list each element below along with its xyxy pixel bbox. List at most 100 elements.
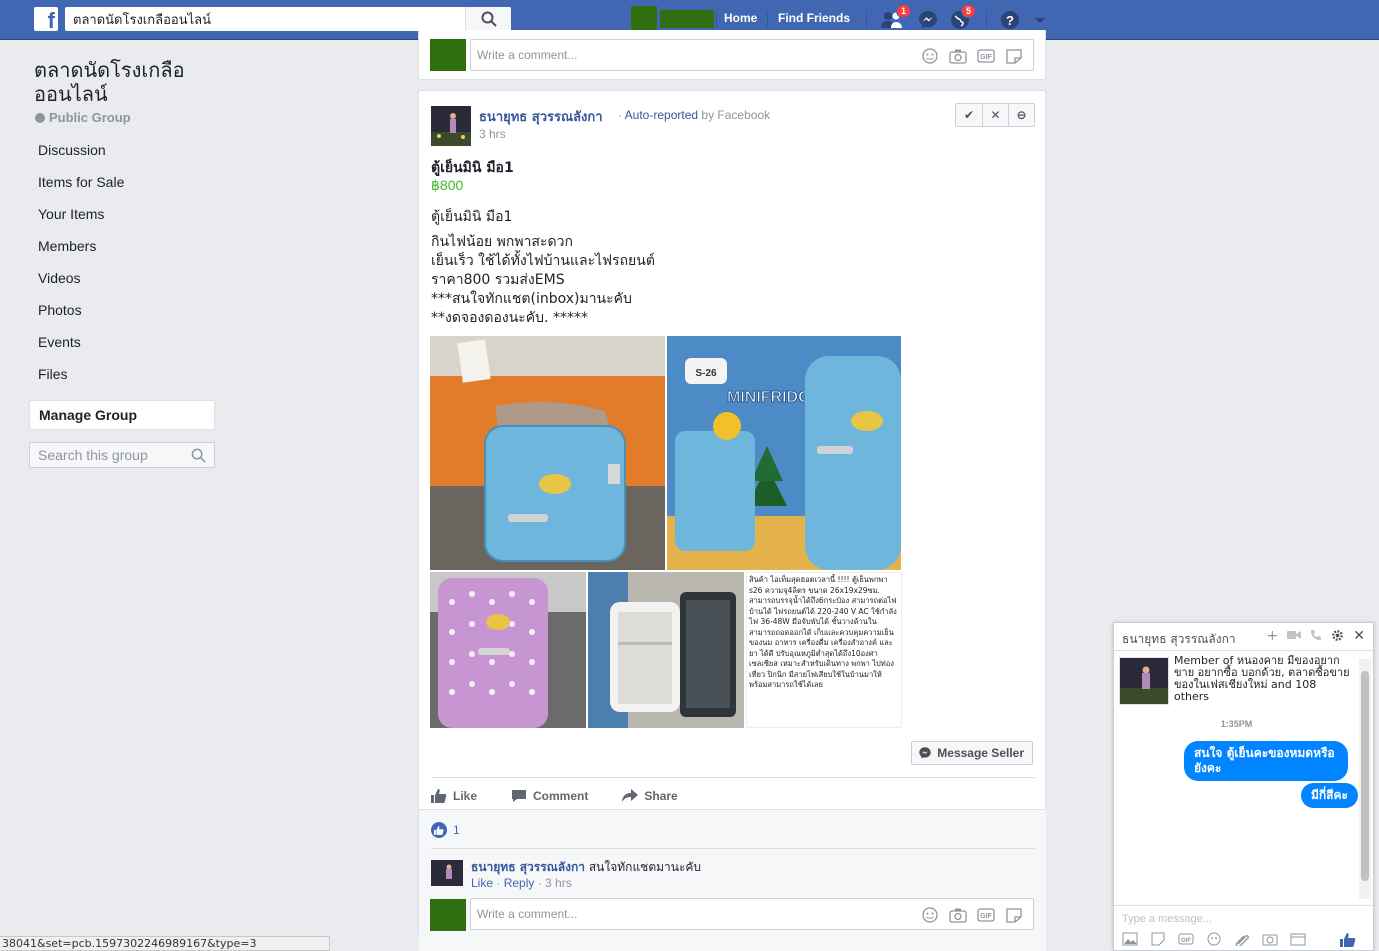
- sidebar-item-events[interactable]: Events: [29, 334, 215, 366]
- profile-avatar[interactable]: [631, 6, 657, 32]
- comment-bubble-icon: [512, 790, 527, 802]
- photo-open-fridge[interactable]: [588, 572, 744, 728]
- message-seller-label: Message Seller: [937, 746, 1024, 760]
- reply-reply-link[interactable]: Reply: [504, 876, 535, 890]
- sidebar-item-discussion[interactable]: Discussion: [29, 142, 215, 174]
- browser-status-url: 38041&set=pcb.1597302246989167&type=3: [0, 936, 330, 951]
- sidebar-item-items-for-sale[interactable]: Items for Sale: [29, 174, 215, 206]
- chat-contact-avatar[interactable]: [1119, 657, 1169, 705]
- sticker-icon[interactable]: [1150, 932, 1166, 946]
- sidebar-item-files[interactable]: Files: [29, 366, 215, 398]
- like-reaction-icon: [431, 822, 447, 838]
- comment-label: Comment: [533, 789, 589, 803]
- chat-contact-info: Member of หนองคาย มีของอยากขาย อยากซื้อ …: [1174, 654, 1350, 703]
- find-friends-link[interactable]: Find Friends: [778, 11, 850, 25]
- group-nav: Discussion Items for Sale Your Items Mem…: [29, 142, 215, 430]
- chat-header[interactable]: ธนายุทธ สุวรรณลังกา + ✕: [1114, 623, 1373, 651]
- gif-icon[interactable]: GIF: [1178, 932, 1194, 946]
- sticker-icon[interactable]: [1005, 907, 1023, 923]
- chat-message-input[interactable]: [1122, 910, 1342, 928]
- friend-requests-icon[interactable]: 1: [880, 4, 912, 31]
- chat-window: ธนายุทธ สุวรรณลังกา + ✕ Member of หนองคา…: [1113, 622, 1374, 951]
- chat-scrollbar[interactable]: [1359, 659, 1371, 899]
- profile-name[interactable]: [660, 10, 714, 28]
- emoji-icon[interactable]: [1206, 932, 1222, 946]
- commenter-avatar: [430, 39, 466, 71]
- auto-reported-source: by Facebook: [701, 108, 771, 122]
- like-label: Like: [453, 789, 478, 803]
- reply-like-link[interactable]: Like: [471, 876, 493, 890]
- chat-settings-gear-icon[interactable]: [1331, 629, 1344, 645]
- post-author-link[interactable]: ธนายุทธ สุวรรณลังกา: [479, 106, 603, 127]
- remove-close-icon[interactable]: ✕: [982, 104, 1008, 126]
- sidebar-item-members[interactable]: Members: [29, 238, 215, 270]
- notifications-globe-icon[interactable]: 5: [949, 4, 977, 31]
- auto-reported-link[interactable]: Auto-reported: [625, 108, 698, 122]
- approve-check-icon[interactable]: ✔: [956, 104, 982, 126]
- emoji-icon[interactable]: [921, 907, 939, 923]
- block-minus-icon[interactable]: ⊖: [1008, 104, 1034, 126]
- group-search-input[interactable]: [30, 443, 180, 467]
- gif-icon[interactable]: GIF: [977, 48, 995, 64]
- account-menu-chevron-down-icon[interactable]: [1033, 9, 1055, 31]
- like-button[interactable]: Like: [431, 785, 477, 807]
- reply-comment: ธนายุทธ สุวรรณลังกา สนใจทักแชตมานะคับ: [471, 858, 701, 877]
- search-icon: [481, 11, 497, 27]
- camera-icon[interactable]: [949, 48, 967, 64]
- share-button[interactable]: Share: [622, 785, 678, 807]
- photo-pink-polka-fridge[interactable]: [430, 572, 586, 728]
- post-body-line: ราคา800 รวมส่งEMS: [431, 272, 565, 288]
- group-privacy-label: Public Group: [49, 110, 131, 125]
- reactions-and-comments: 1 ธนายุทธ สุวรรณลังกา สนใจทักแชตมานะคับ …: [419, 809, 1046, 951]
- reply-text: สนใจทักแชตมานะคับ: [588, 860, 702, 874]
- send-thumbs-up-icon[interactable]: [1340, 932, 1356, 947]
- add-people-plus-icon[interactable]: +: [1267, 629, 1279, 645]
- post-body-line: ***สนใจทักแชต(inbox)มานะคับ: [431, 291, 632, 307]
- search-icon[interactable]: [191, 448, 206, 463]
- photo-upload-icon[interactable]: [1122, 932, 1138, 946]
- message-seller-button[interactable]: Message Seller: [911, 741, 1033, 765]
- group-privacy: Public Group: [35, 110, 131, 125]
- global-search-input[interactable]: [65, 7, 463, 31]
- facebook-logo-icon[interactable]: f: [34, 7, 58, 33]
- svg-text:GIF: GIF: [1181, 938, 1191, 944]
- reply-time[interactable]: 3 hrs: [545, 876, 572, 890]
- search-button[interactable]: [465, 7, 511, 31]
- global-search: [65, 7, 511, 31]
- photo-blue-fridge-front[interactable]: [430, 336, 665, 570]
- messenger-icon[interactable]: [917, 9, 939, 31]
- voice-call-icon[interactable]: [1310, 629, 1322, 645]
- comment-input[interactable]: [471, 40, 871, 70]
- sidebar-item-manage-group[interactable]: Manage Group: [29, 400, 215, 430]
- camera-icon[interactable]: [949, 907, 967, 923]
- home-link[interactable]: Home: [724, 11, 757, 25]
- author-avatar[interactable]: [431, 106, 471, 146]
- post-body-line: กินไฟน้อย พกพาสะดวก: [431, 234, 573, 250]
- sidebar-item-your-items[interactable]: Your Items: [29, 206, 215, 238]
- chat-contact-name[interactable]: ธนายุทธ สุวรรณลังกา: [1122, 630, 1236, 649]
- photo-fridge-with-box[interactable]: MINIFRIDGE S-26: [667, 336, 901, 570]
- attachment-icon[interactable]: [1234, 932, 1250, 948]
- group-name[interactable]: ตลาดนัดโรงเกลือ ออนไลน์: [34, 58, 234, 106]
- gif-icon[interactable]: GIF: [977, 907, 995, 923]
- commenter-avatar: [430, 899, 466, 931]
- previous-post-card: GIF: [418, 30, 1046, 80]
- reply-author-avatar[interactable]: [431, 860, 463, 886]
- svg-text:GIF: GIF: [980, 54, 992, 61]
- comment-input[interactable]: [471, 899, 871, 929]
- like-count[interactable]: 1: [431, 822, 460, 838]
- sidebar-item-videos[interactable]: Videos: [29, 270, 215, 302]
- emoji-icon[interactable]: [921, 48, 939, 64]
- post-timestamp[interactable]: 3 hrs: [479, 127, 506, 141]
- photo-spec-sheet[interactable]: สินค้า ไอเท็มสุดฮอตเวลานี้ !!!! ตู้เย็นพ…: [746, 572, 902, 728]
- video-call-icon[interactable]: [1287, 629, 1302, 645]
- calendar-icon[interactable]: [1290, 932, 1306, 946]
- help-icon[interactable]: ?: [999, 9, 1021, 31]
- reply-author-link[interactable]: ธนายุทธ สุวรรณลังกา: [471, 860, 585, 874]
- sticker-icon[interactable]: [1005, 48, 1023, 64]
- comment-button[interactable]: Comment: [511, 785, 588, 807]
- close-chat-icon[interactable]: ✕: [1353, 629, 1365, 645]
- camera-icon[interactable]: [1262, 932, 1278, 946]
- comment-box: GIF: [470, 898, 1034, 930]
- sidebar-item-photos[interactable]: Photos: [29, 302, 215, 334]
